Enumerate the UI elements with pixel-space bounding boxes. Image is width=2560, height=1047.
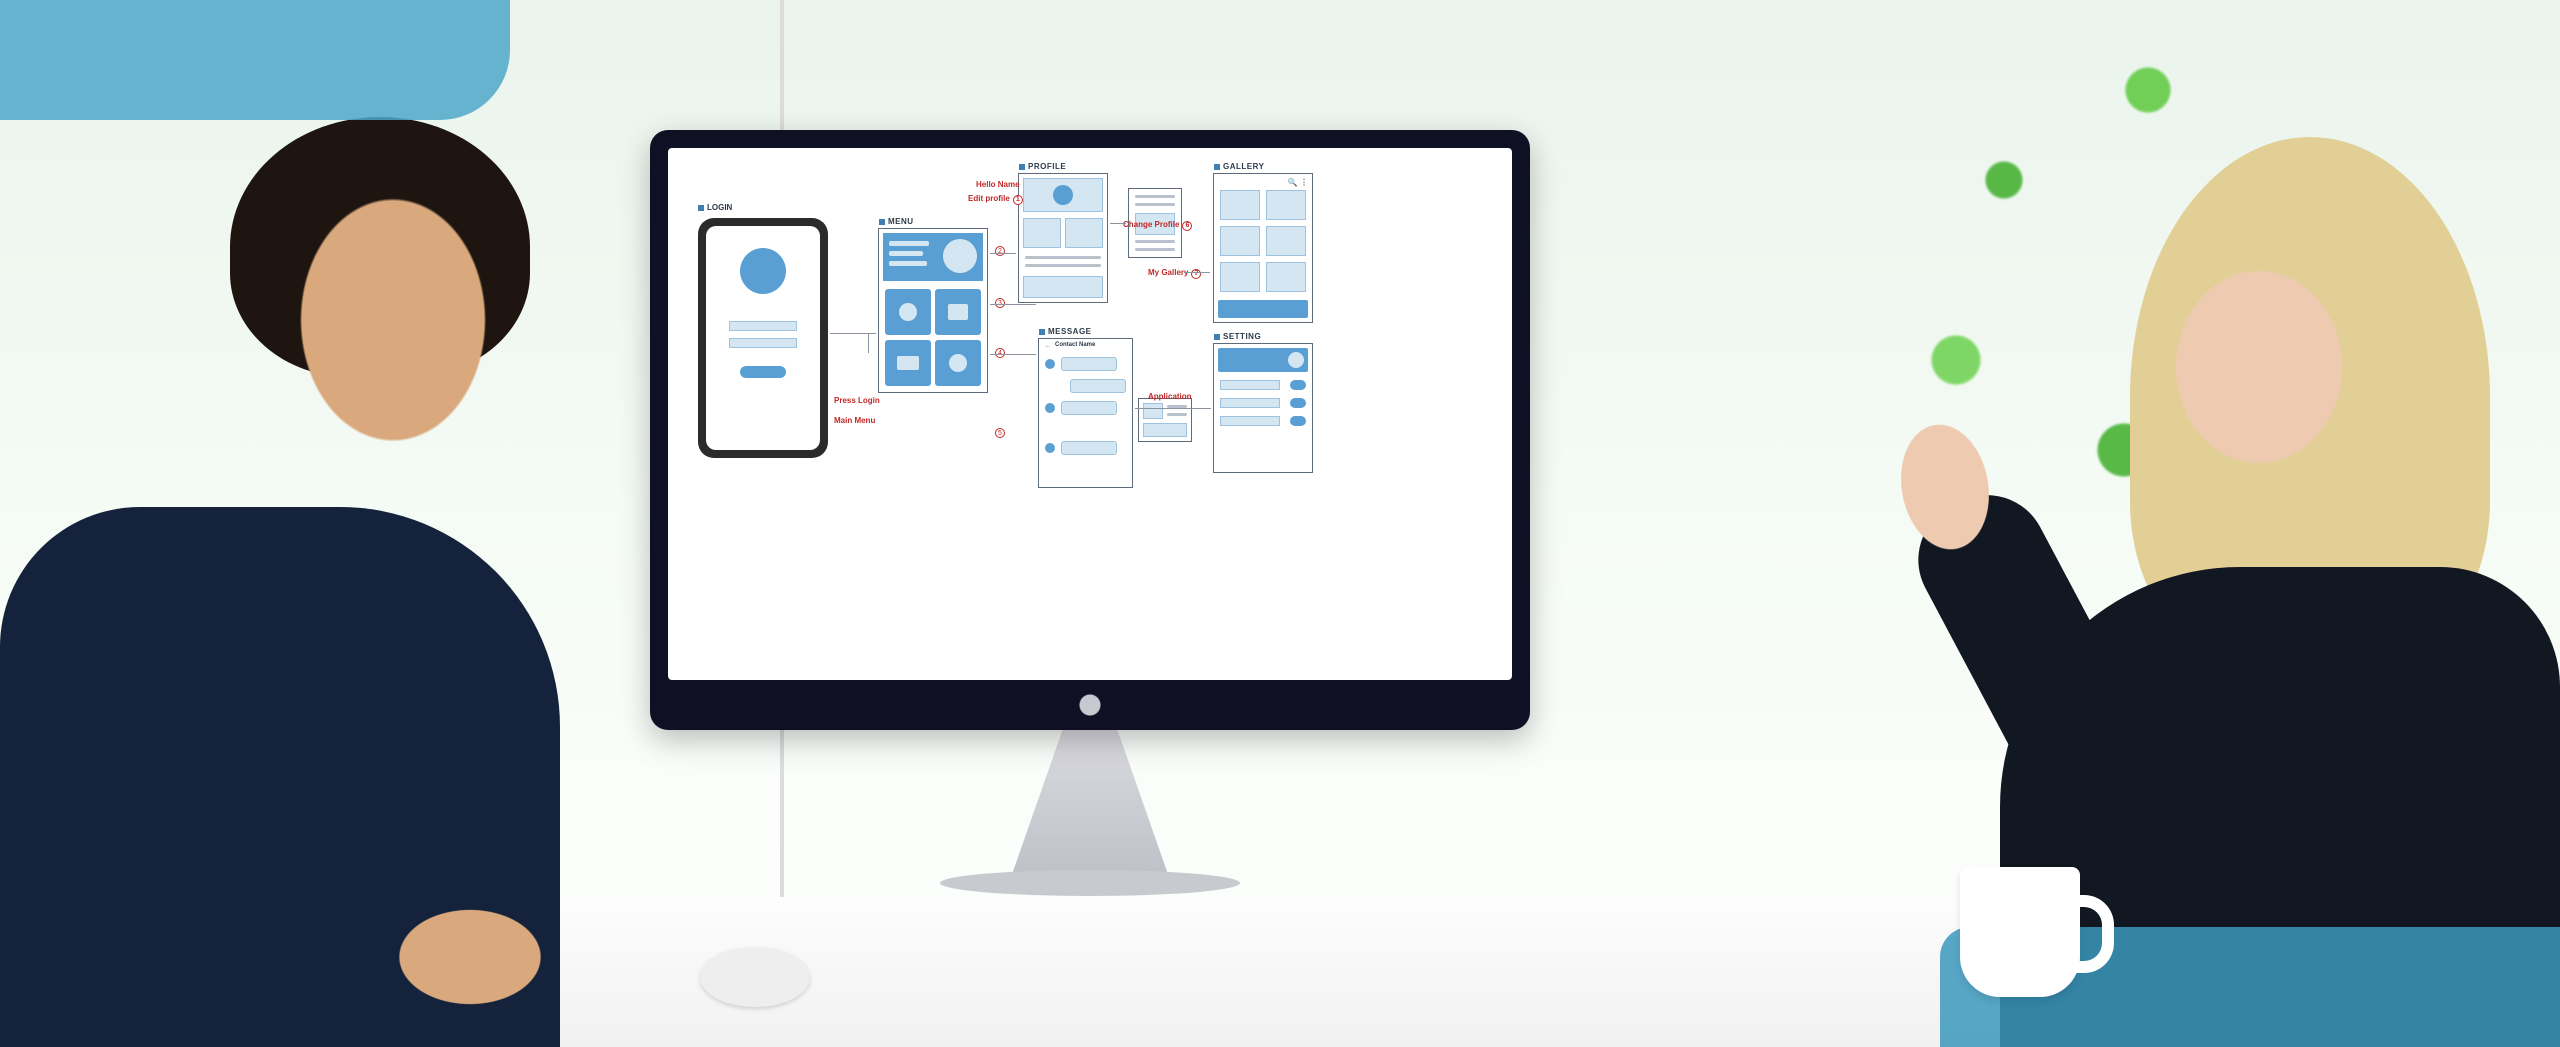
flow-line xyxy=(830,333,876,334)
flow-line xyxy=(868,333,869,353)
wireframe-profile: PROFILE xyxy=(1018,173,1108,303)
flow-line xyxy=(1184,272,1210,273)
menu-tile xyxy=(885,289,931,335)
person-left xyxy=(0,47,640,1047)
wireframe-message-label: MESSAGE xyxy=(1048,327,1092,336)
image-icon xyxy=(1266,262,1306,292)
coffee-mug xyxy=(1960,867,2080,997)
search-icon: 🔍 ⋮ xyxy=(1288,178,1308,187)
flow-line xyxy=(990,253,1016,254)
step-marker: 5 xyxy=(995,428,1005,438)
wireframe-setting: SETTING xyxy=(1213,343,1313,473)
monitor-stand xyxy=(1010,720,1170,880)
message-header: Contact Name xyxy=(1055,342,1095,348)
profile-header xyxy=(1023,178,1103,212)
flow-line xyxy=(1110,223,1126,224)
menu-header xyxy=(883,233,983,281)
wireframe-gallery-label: GALLERY xyxy=(1223,162,1264,171)
computer-mouse xyxy=(700,947,810,1007)
wireframe-message: MESSAGE ← Contact Name xyxy=(1038,338,1133,488)
image-icon xyxy=(1266,226,1306,256)
screen: LOGIN MENU xyxy=(668,148,1512,680)
wireframe-application xyxy=(1138,398,1192,442)
wireframe-setting-label: SETTING xyxy=(1223,332,1261,341)
image-icon xyxy=(1220,190,1260,220)
annotation-hello: Hello Name xyxy=(976,180,1020,189)
menu-tile xyxy=(935,340,981,386)
image-icon xyxy=(1220,262,1260,292)
avatar-icon xyxy=(740,248,786,294)
image-icon xyxy=(1266,190,1306,220)
menu-tile xyxy=(885,340,931,386)
annotation-edit-profile: Edit profile1 xyxy=(968,194,1023,205)
annotation-change-profile: Change Profile6 xyxy=(1123,220,1192,231)
avatar-icon xyxy=(943,239,977,273)
decorative-overlay-top xyxy=(0,0,510,120)
image-icon xyxy=(1220,226,1260,256)
annotation-my-gallery: My Gallery7 xyxy=(1148,268,1201,279)
wireframe-login-label: LOGIN xyxy=(698,203,732,212)
annotation-main-menu: Main Menu xyxy=(834,416,875,425)
monitor-base xyxy=(940,870,1240,896)
step-marker: 2 xyxy=(995,246,1005,256)
annotation-press-login: Press Login xyxy=(834,396,880,405)
step-marker: 4 xyxy=(995,348,1005,358)
login-button xyxy=(740,366,786,378)
monitor-logo-icon xyxy=(1075,690,1105,720)
step-marker: 3 xyxy=(995,298,1005,308)
flow-line xyxy=(990,354,1036,355)
annotation-application: Application xyxy=(1148,392,1192,401)
flow-line xyxy=(1135,408,1211,409)
input-field xyxy=(729,321,797,331)
wireframe-gallery: GALLERY 🔍 ⋮ xyxy=(1213,173,1313,323)
wireframe-menu-label: MENU xyxy=(888,217,914,226)
wireframe-menu: MENU xyxy=(878,228,988,393)
flow-line xyxy=(990,304,1036,305)
wireframe-login xyxy=(698,218,828,458)
monitor: LOGIN MENU xyxy=(650,130,1530,730)
input-field xyxy=(729,338,797,348)
menu-tile xyxy=(935,289,981,335)
wireframe-profile-label: PROFILE xyxy=(1028,162,1066,171)
